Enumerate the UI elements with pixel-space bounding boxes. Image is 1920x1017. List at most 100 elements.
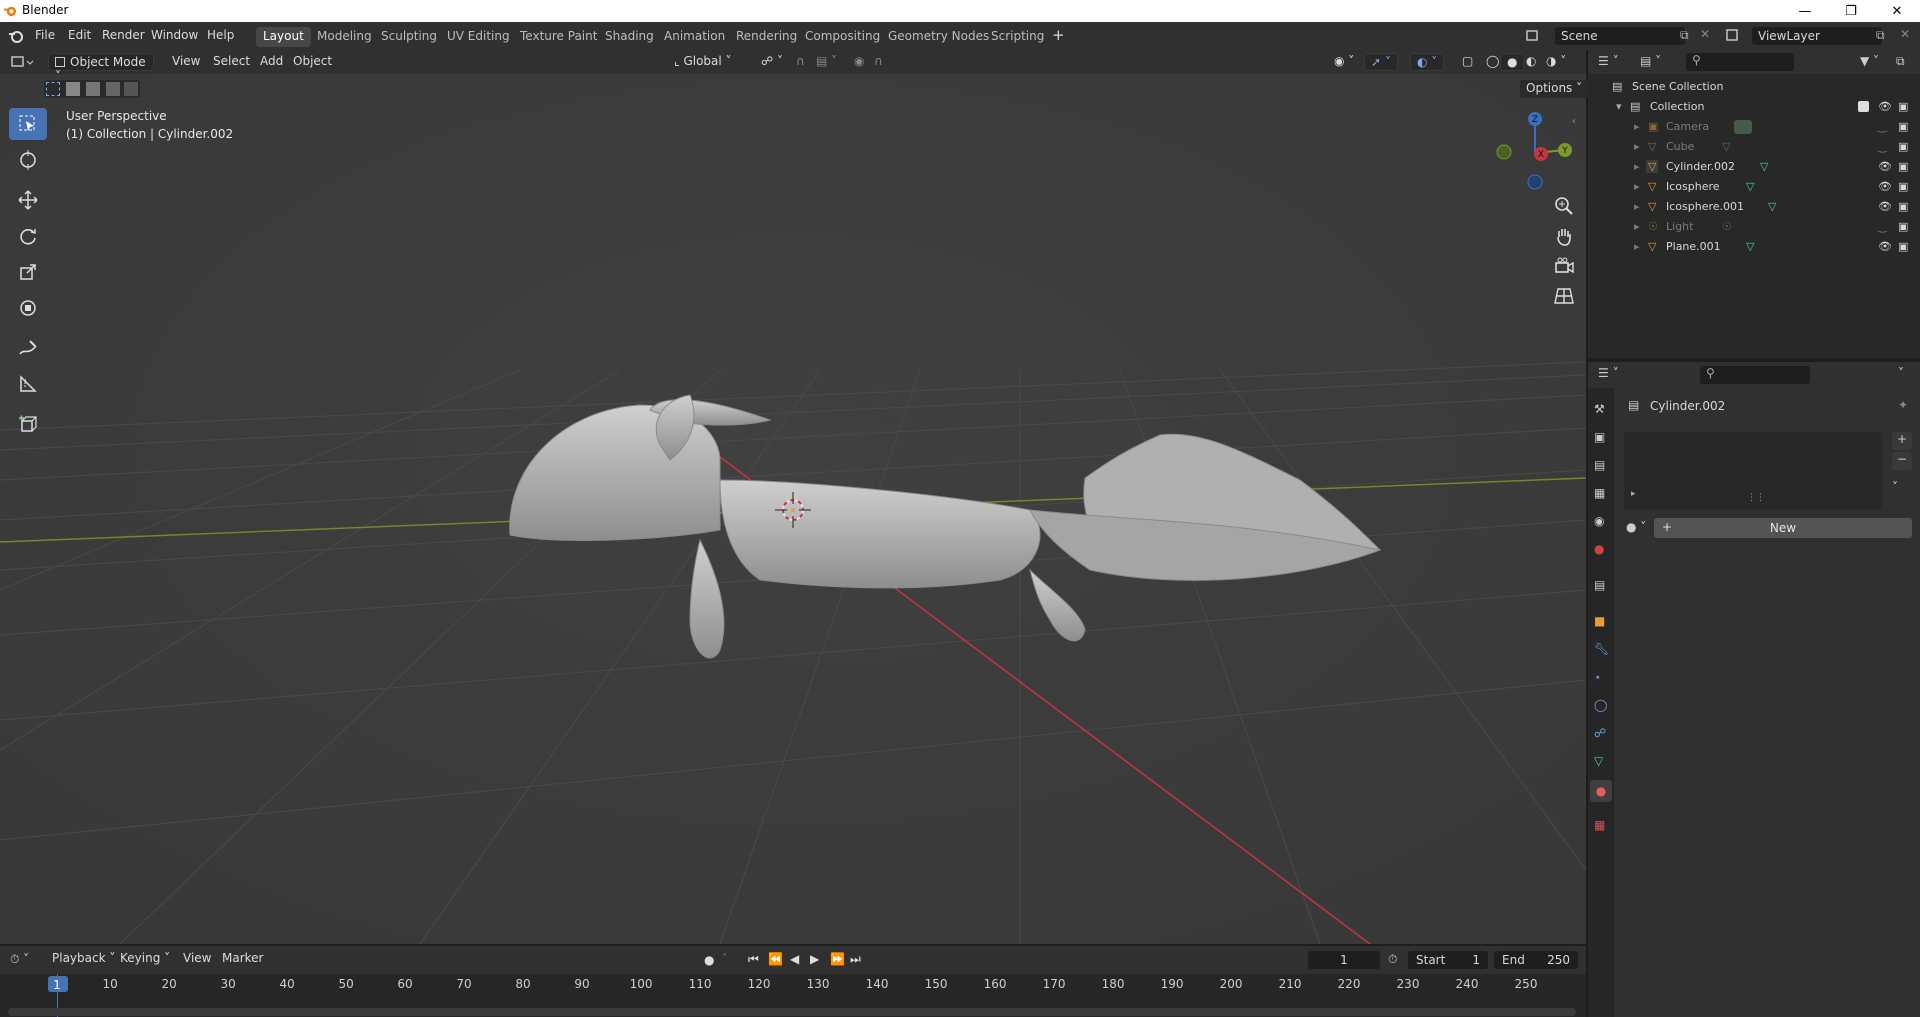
- expand-arrow-icon[interactable]: ▸: [1634, 220, 1640, 233]
- tree-row-cylinder-002[interactable]: ▸ ▽ Cylinder.002 ▽ 👁︎ ▣: [1588, 157, 1920, 177]
- measure-tool[interactable]: [9, 368, 47, 400]
- record-button[interactable]: ●: [704, 953, 714, 967]
- select-intersect-icon[interactable]: [124, 82, 138, 96]
- exclude-checkbox[interactable]: [1858, 101, 1869, 112]
- camera-view-icon[interactable]: [1553, 255, 1575, 277]
- data-tab-icon[interactable]: ▽: [1594, 754, 1603, 768]
- editor-type-icon[interactable]: [10, 53, 38, 71]
- restore-button[interactable]: ❐: [1828, 0, 1874, 22]
- properties-search-field[interactable]: ⚲: [1700, 366, 1810, 384]
- tree-row-scene-collection[interactable]: ▤ Scene Collection: [1588, 77, 1920, 97]
- jump-end-button[interactable]: ⏭: [850, 952, 861, 967]
- menu-window[interactable]: Window: [151, 28, 198, 42]
- zoom-icon[interactable]: [1553, 195, 1575, 217]
- eye-icon[interactable]: 👁︎: [1878, 180, 1892, 193]
- gizmo-toggle-icon[interactable]: ➚ ˅: [1364, 53, 1398, 71]
- select-subtract-icon[interactable]: [86, 82, 100, 96]
- expand-arrow-icon[interactable]: ▸: [1634, 240, 1640, 253]
- select-box-tool[interactable]: [9, 108, 47, 140]
- collection-tab-icon[interactable]: ▤: [1594, 578, 1605, 592]
- particles-tab-icon[interactable]: ⋆: [1594, 670, 1602, 684]
- camera-render-icon[interactable]: ▣: [1898, 180, 1908, 193]
- scene-browse-icon[interactable]: [1524, 25, 1546, 45]
- camera-render-icon[interactable]: ▣: [1898, 240, 1908, 253]
- camera-render-icon[interactable]: ▣: [1898, 100, 1908, 113]
- menu-file[interactable]: File: [35, 28, 55, 42]
- eye-closed-icon[interactable]: ‿: [1878, 220, 1887, 233]
- new-viewlayer-icon[interactable]: ⧉: [1876, 28, 1885, 43]
- jump-start-button[interactable]: ⏮: [748, 952, 759, 967]
- tab-geometry-nodes[interactable]: Geometry Nodes: [881, 27, 996, 47]
- tab-uv-editing[interactable]: UV Editing: [440, 27, 517, 47]
- add-workspace-button[interactable]: +: [1052, 26, 1065, 44]
- view-layer-tab-icon[interactable]: ▦: [1594, 486, 1605, 500]
- tree-row-light[interactable]: ▸ ☉ Light ☉ ‿ ▣: [1588, 217, 1920, 237]
- tab-shading[interactable]: Shading: [598, 27, 661, 47]
- tree-row-camera[interactable]: ▸ ▣ Camera ‿ ▣: [1588, 117, 1920, 137]
- menu-edit[interactable]: Edit: [68, 28, 91, 42]
- menu-add[interactable]: Add: [254, 53, 289, 71]
- object-tab-icon[interactable]: ■: [1594, 614, 1605, 628]
- viewlayer-name-field[interactable]: ViewLayer: [1752, 27, 1882, 45]
- camera-render-icon[interactable]: ▣: [1898, 120, 1908, 133]
- add-slot-button[interactable]: +: [1892, 432, 1912, 450]
- physics-tab-icon[interactable]: ◯: [1594, 698, 1607, 712]
- new-collection-icon[interactable]: ⧉: [1896, 54, 1905, 69]
- overlays-toggle-icon[interactable]: ◐ ˅: [1410, 53, 1445, 71]
- pivot-point-icon[interactable]: ☍ ˅: [755, 53, 789, 71]
- menu-playback[interactable]: Playback ˅: [46, 950, 121, 968]
- blender-menu-icon[interactable]: [8, 28, 24, 44]
- expand-arrow-icon[interactable]: ▸: [1634, 120, 1640, 133]
- tab-rendering[interactable]: Rendering: [729, 27, 804, 47]
- tab-compositing[interactable]: Compositing: [798, 27, 887, 47]
- output-tab-icon[interactable]: ▤: [1594, 458, 1605, 472]
- options-dropdown[interactable]: Options ˅: [1520, 80, 1589, 98]
- mode-dropdown[interactable]: Object Mode ˅: [48, 53, 154, 83]
- tree-row-collection[interactable]: ▾ ▤ Collection 👁︎ ▣: [1588, 97, 1920, 117]
- modifier-tab-icon[interactable]: 🔧︎: [1594, 642, 1609, 656]
- new-scene-icon[interactable]: ⧉: [1680, 28, 1689, 43]
- record-options-icon[interactable]: ˅: [722, 953, 727, 964]
- timeline-editor-type-icon[interactable]: ⏱ ˅: [10, 952, 29, 967]
- menu-object[interactable]: Object: [287, 53, 338, 71]
- menu-view[interactable]: View: [166, 53, 206, 71]
- expand-arrow-icon[interactable]: ▸: [1634, 200, 1640, 213]
- next-keyframe-button[interactable]: ⏩: [830, 952, 845, 966]
- material-tab-icon[interactable]: ●: [1590, 780, 1612, 802]
- world-tab-icon[interactable]: ●: [1594, 542, 1604, 556]
- eye-icon[interactable]: 👁︎: [1878, 240, 1892, 253]
- pin-icon[interactable]: ✦: [1898, 398, 1908, 412]
- slot-specials-icon[interactable]: ˅: [1892, 480, 1898, 494]
- expand-arrow-icon[interactable]: ▾: [1616, 100, 1622, 113]
- snap-target-icon[interactable]: ▤ ˅: [810, 53, 843, 71]
- annotate-tool[interactable]: [9, 332, 47, 364]
- outliner-search-field[interactable]: ⚲: [1686, 53, 1794, 71]
- xray-toggle-icon[interactable]: ▢: [1456, 53, 1479, 71]
- scene-name-field[interactable]: Scene: [1555, 27, 1685, 45]
- outliner-editor-type-icon[interactable]: ☰ ˅: [1598, 54, 1619, 68]
- texture-tab-icon[interactable]: ▦: [1594, 818, 1605, 832]
- tree-row-plane-001[interactable]: ▸ ▽ Plane.001 ▽ 👁︎ ▣: [1588, 237, 1920, 257]
- tab-layout[interactable]: Layout: [256, 27, 311, 47]
- tree-row-icosphere[interactable]: ▸ ▽ Icosphere ▽ 👁︎ ▣: [1588, 177, 1920, 197]
- material-slot-list[interactable]: ▸ ⋮⋮: [1624, 432, 1882, 510]
- tree-row-cube[interactable]: ▸ ▽ Cube ▽ ‿ ▣: [1588, 137, 1920, 157]
- snap-icon[interactable]: ∩: [790, 53, 811, 71]
- preview-range-icon[interactable]: ⏱: [1388, 952, 1397, 967]
- display-mode-icon[interactable]: ▤ ˅: [1640, 54, 1661, 68]
- viewlayer-browse-icon[interactable]: [1724, 25, 1746, 45]
- play-button[interactable]: ▶: [810, 952, 819, 966]
- menu-select[interactable]: Select: [207, 53, 256, 71]
- prev-keyframe-button[interactable]: ⏪: [768, 952, 783, 966]
- minimize-button[interactable]: —: [1782, 0, 1828, 22]
- camera-render-icon[interactable]: ▣: [1898, 200, 1908, 213]
- expand-arrow-icon[interactable]: ▸: [1634, 160, 1640, 173]
- navigation-gizmo[interactable]: Z Y X: [1490, 108, 1580, 198]
- tree-row-icosphere-001[interactable]: ▸ ▽ Icosphere.001 ▽ 👁︎ ▣: [1588, 197, 1920, 217]
- 3d-viewport[interactable]: [0, 50, 1586, 944]
- tab-texture-paint[interactable]: Texture Paint: [513, 27, 604, 47]
- add-cube-tool[interactable]: [9, 408, 47, 440]
- eye-closed-icon[interactable]: ‿: [1878, 140, 1887, 153]
- new-material-button[interactable]: + New: [1654, 518, 1912, 538]
- tab-scripting[interactable]: Scripting: [984, 27, 1051, 47]
